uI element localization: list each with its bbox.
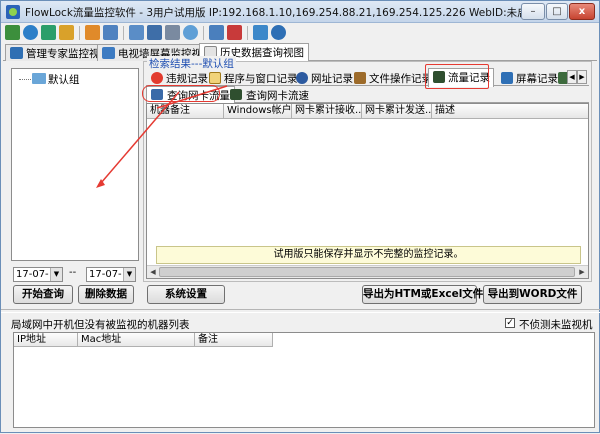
arrow-line-2 xyxy=(100,91,180,184)
app-window: FlowLock流量监控软件 - 3用户试用版 IP:192.168.1.10,… xyxy=(0,0,600,433)
annotation-arrow-layer xyxy=(96,85,228,188)
